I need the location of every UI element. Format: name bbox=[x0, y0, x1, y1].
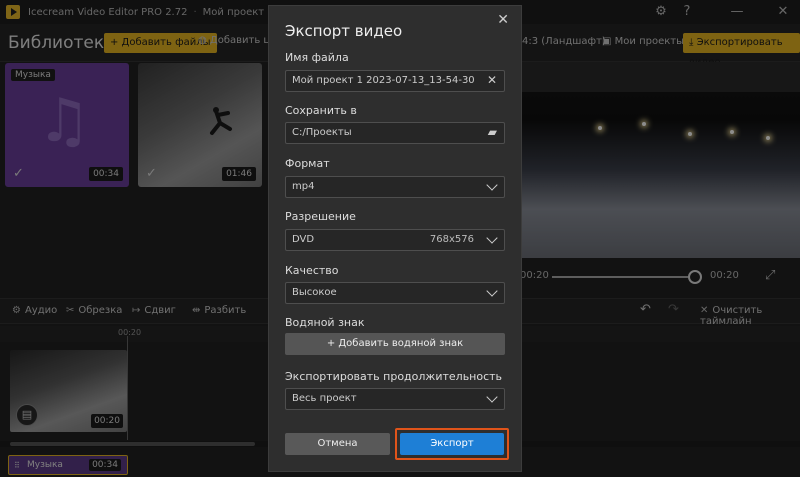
resolution-size: 768x576 bbox=[429, 234, 474, 245]
export-button[interactable]: Экспорт bbox=[400, 433, 504, 455]
export-duration-value: Весь проект bbox=[292, 393, 357, 404]
save-location-label: Сохранить в bbox=[285, 104, 357, 117]
cancel-button[interactable]: Отмена bbox=[285, 433, 390, 455]
clear-input-icon[interactable]: ✕ bbox=[487, 73, 497, 87]
quality-label: Качество bbox=[285, 264, 339, 277]
quality-value: Высокое bbox=[292, 287, 337, 298]
export-duration-select[interactable]: Весь проект bbox=[285, 388, 505, 410]
resolution-value: DVD bbox=[292, 234, 315, 245]
export-dialog: Экспорт видео ✕ Имя файла Мой проект 1 2… bbox=[268, 5, 522, 472]
chevron-down-icon bbox=[486, 285, 498, 297]
chevron-down-icon bbox=[486, 179, 498, 191]
format-select[interactable]: mp4 bbox=[285, 176, 505, 198]
close-icon[interactable]: ✕ bbox=[497, 12, 509, 28]
chevron-down-icon bbox=[486, 232, 498, 244]
quality-select[interactable]: Высокое bbox=[285, 282, 505, 304]
save-location-value: C:/Проекты bbox=[292, 127, 352, 138]
filename-label: Имя файла bbox=[285, 51, 349, 64]
export-duration-label: Экспортировать продолжительность bbox=[285, 370, 503, 383]
filename-input[interactable]: Мой проект 1 2023-07-13_13-54-30 ✕ bbox=[285, 70, 505, 92]
save-location-input[interactable]: C:/Проекты ▰ bbox=[285, 122, 505, 144]
format-value: mp4 bbox=[292, 181, 315, 192]
add-watermark-button[interactable]: + Добавить водяной знак bbox=[285, 333, 505, 355]
export-button-highlight: Экспорт bbox=[395, 428, 509, 460]
dialog-title: Экспорт видео bbox=[285, 22, 403, 40]
resolution-select[interactable]: DVD 768x576 bbox=[285, 229, 505, 251]
folder-icon[interactable]: ▰ bbox=[488, 125, 497, 139]
watermark-label: Водяной знак bbox=[285, 316, 365, 329]
resolution-label: Разрешение bbox=[285, 210, 356, 223]
format-label: Формат bbox=[285, 157, 330, 170]
filename-value: Мой проект 1 2023-07-13_13-54-30 bbox=[292, 75, 475, 86]
chevron-down-icon bbox=[486, 391, 498, 403]
